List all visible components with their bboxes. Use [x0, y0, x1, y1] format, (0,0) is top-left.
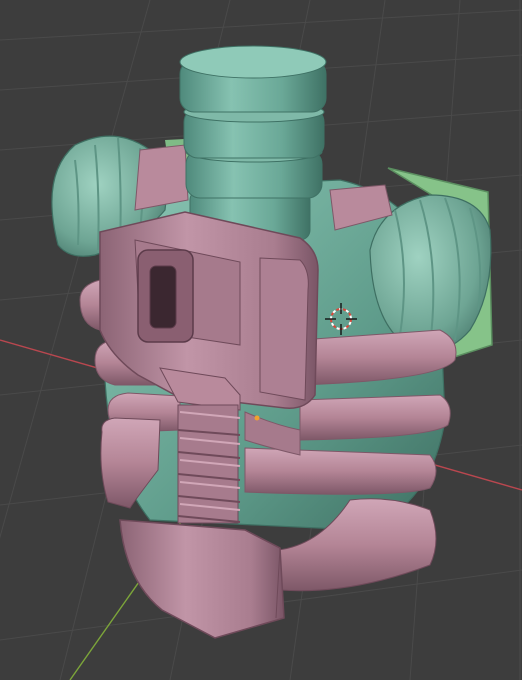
viewport-canvas[interactable]	[0, 0, 522, 680]
object-origin-dot[interactable]	[254, 415, 260, 421]
neck-cylinder-stack[interactable]	[179, 45, 327, 241]
rear-pink-collar[interactable]	[134, 144, 189, 211]
3d-viewport[interactable]	[0, 0, 522, 680]
